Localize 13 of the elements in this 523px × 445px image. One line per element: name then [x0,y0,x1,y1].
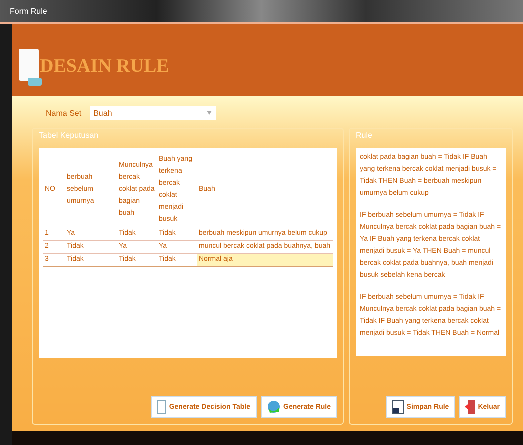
dropdown-arrow-icon [206,111,212,115]
header-title: DESAIN RULE [40,56,170,78]
window-title: Form Rule [10,6,48,16]
globe-icon [266,400,281,414]
panel-title: Tabel Keputusan [39,131,100,140]
panel-title: Rule [356,131,374,140]
decision-table[interactable] [39,148,337,358]
save-icon [392,400,404,414]
exit-door-icon [465,400,476,414]
nama-set-dropdown[interactable]: Buah [90,106,216,120]
document-icon [157,400,166,414]
nama-set-label: Nama Set [46,108,82,118]
rule-text-area[interactable] [356,148,506,356]
